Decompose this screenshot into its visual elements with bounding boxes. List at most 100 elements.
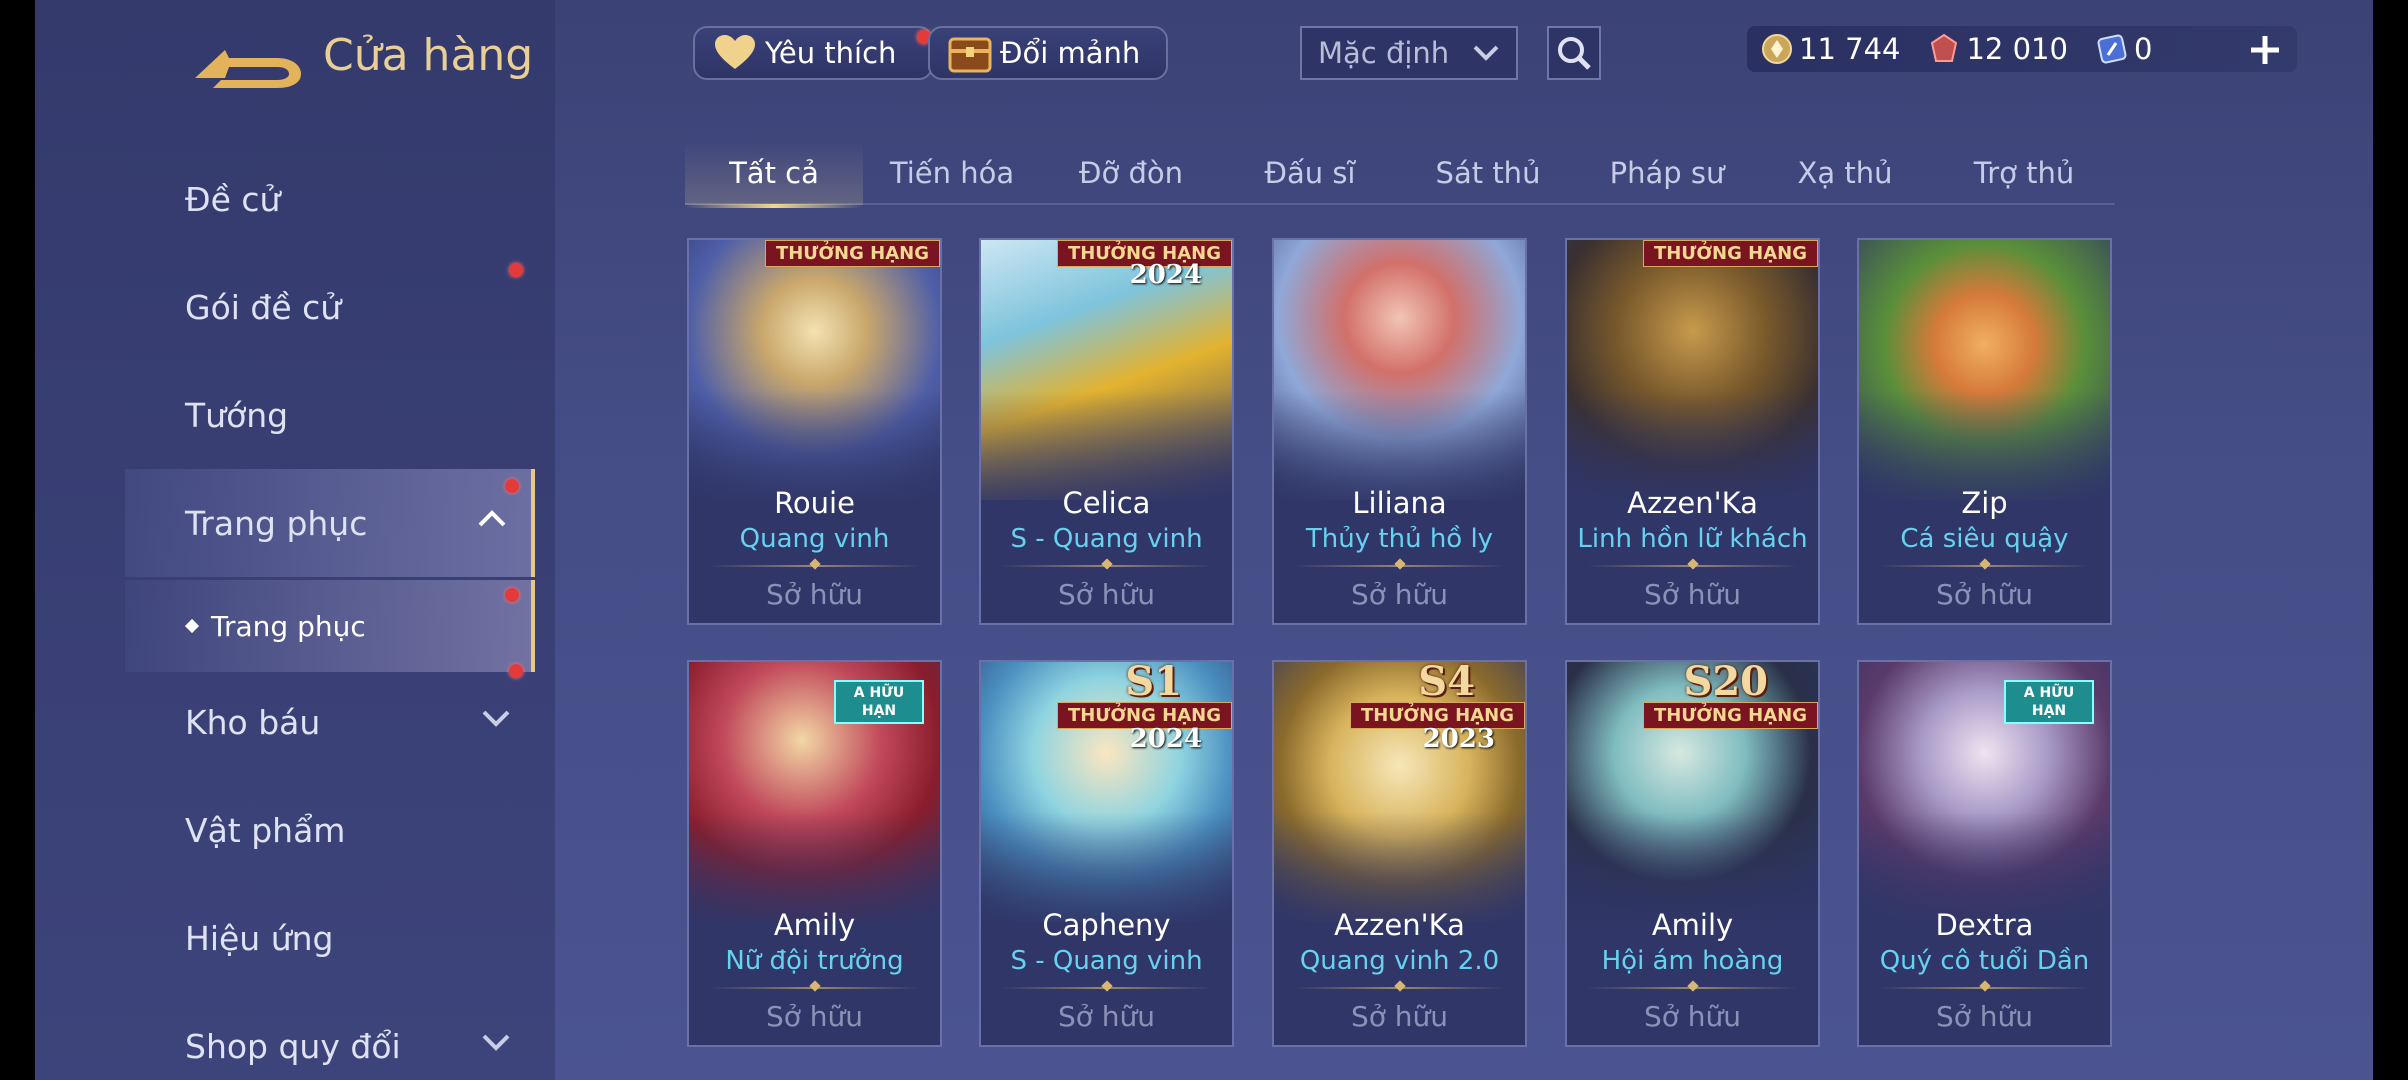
shard-label: Đổi mảnh xyxy=(1000,36,1141,70)
season-year: 2024 xyxy=(1129,724,1202,754)
sidebar-subitem-label: Trang phục xyxy=(211,609,366,643)
divider xyxy=(709,565,920,567)
sidebar-item-effects[interactable]: Hiệu ứng xyxy=(125,884,535,992)
owned-status: Sở hữu xyxy=(1350,578,1449,611)
skin-card[interactable]: A HỮU HẠN Amily Nữ đội trưởng Sở hữu xyxy=(687,660,942,1047)
sidebar-item-items[interactable]: Vật phẩm xyxy=(125,776,535,884)
rank-reward-badge: THƯỞNG HẠNG xyxy=(1642,702,1818,729)
owned-status: Sở hữu xyxy=(1057,578,1156,611)
hero-name: Azzen'Ka xyxy=(1627,486,1758,520)
season-year: 2024 xyxy=(1129,260,1202,290)
skin-name: Quý cô tuổi Dần xyxy=(1879,946,2090,976)
skin-card[interactable]: S20 THƯỞNG HẠNG Amily Hội ám hoàng Sở hữ… xyxy=(1565,660,1820,1047)
skin-card[interactable]: S4 THƯỞNG HẠNG 2023 Azzen'Ka Quang vinh … xyxy=(1272,660,1527,1047)
rank-reward-badge: THƯỞNG HẠNG xyxy=(1642,240,1818,267)
currency-bar: 11 744 12 010 0 xyxy=(1747,26,2297,72)
chevron-down-icon xyxy=(482,1034,510,1051)
skin-card[interactable]: THƯỞNG HẠNG Azzen'Ka Linh hồn lữ khách S… xyxy=(1565,238,1820,625)
favorite-button[interactable]: Yêu thích xyxy=(693,26,933,80)
skin-name: S - Quang vinh xyxy=(1010,946,1203,976)
season-year: 2023 xyxy=(1422,724,1495,754)
coin-value: 11 744 xyxy=(1799,32,1901,66)
skin-name: Thủy thủ hồ ly xyxy=(1305,524,1494,554)
page-title: Cửa hàng xyxy=(323,30,534,81)
tab-evolution[interactable]: Tiến hóa xyxy=(863,140,1041,205)
search-icon xyxy=(1558,37,1591,70)
notification-dot xyxy=(505,479,519,493)
sidebar-item-skins[interactable]: Trang phục xyxy=(125,469,535,577)
hero-name: Liliana xyxy=(1352,486,1447,520)
currency-gem: 12 010 xyxy=(1928,32,2068,66)
plus-icon[interactable] xyxy=(2245,30,2285,70)
sidebar-item-featured-bundles[interactable]: Gói đề cử xyxy=(125,253,535,361)
skin-card[interactable]: A HỮU HẠN Dextra Quý cô tuổi Dần Sở hữu xyxy=(1857,660,2112,1047)
skin-card[interactable]: Zip Cá siêu quậy Sở hữu xyxy=(1857,238,2112,625)
owned-status: Sở hữu xyxy=(1643,1000,1742,1033)
owned-status: Sở hữu xyxy=(1935,578,2034,611)
owned-status: Sở hữu xyxy=(1350,1000,1449,1033)
hero-name: Celica xyxy=(1062,486,1151,520)
currency-voucher: 0 xyxy=(2096,32,2152,66)
gem-icon xyxy=(1931,33,1958,62)
sidebar-subitem-skins[interactable]: Trang phục xyxy=(125,580,535,672)
divider xyxy=(1587,565,1798,567)
shard-exchange-button[interactable]: Đổi mảnh xyxy=(928,26,1168,80)
hero-name: Capheny xyxy=(1042,908,1171,942)
sidebar-item-label: Kho báu xyxy=(185,702,321,742)
owned-status: Sở hữu xyxy=(1935,1000,2034,1033)
hero-name: Zip xyxy=(1961,486,2008,520)
skin-name: Quang vinh xyxy=(739,524,890,554)
skin-card[interactable]: Liliana Thủy thủ hồ ly Sở hữu xyxy=(1272,238,1527,625)
sidebar-item-exchange-shop[interactable]: Shop quy đổi xyxy=(125,992,535,1080)
sidebar-item-heroes[interactable]: Tướng xyxy=(125,361,535,469)
divider xyxy=(1879,565,2090,567)
treasure-chest-icon xyxy=(948,33,992,73)
sidebar-item-label: Vật phẩm xyxy=(185,810,346,850)
divider xyxy=(1587,987,1798,989)
owned-status: Sở hữu xyxy=(765,578,864,611)
coin-icon xyxy=(1762,34,1792,64)
sidebar-item-label: Trang phục xyxy=(185,503,368,543)
tab-assassin[interactable]: Sát thủ xyxy=(1399,140,1577,205)
sidebar-item-treasure[interactable]: Kho báu xyxy=(125,664,535,776)
shop-screen: Cửa hàng Yêu thích Đổi mảnh Mặc định 11 … xyxy=(35,0,2373,1080)
sort-dropdown[interactable]: Mặc định xyxy=(1300,26,1518,80)
sidebar-item-label: Gói đề cử xyxy=(185,287,342,327)
hero-name: Rouie xyxy=(774,486,855,520)
limited-badge: A HỮU HẠN xyxy=(2004,680,2094,724)
sidebar-item-label: Shop quy đổi xyxy=(185,1026,401,1066)
skin-card[interactable]: THƯỞNG HẠNG 2024 Celica S - Quang vinh S… xyxy=(979,238,1234,625)
notification-dot xyxy=(509,664,523,678)
divider xyxy=(709,987,920,989)
tab-marksman[interactable]: Xạ thủ xyxy=(1756,140,1934,205)
skin-name: Quang vinh 2.0 xyxy=(1299,946,1500,976)
chevron-up-icon xyxy=(478,510,506,527)
tab-tank[interactable]: Đỡ đòn xyxy=(1042,140,1220,205)
voucher-value: 0 xyxy=(2133,32,2153,66)
currency-coin: 11 744 xyxy=(1761,32,1900,66)
sort-value: Mặc định xyxy=(1318,36,1450,70)
season-badge: S4 xyxy=(1418,660,1475,705)
diamond-bullet-icon xyxy=(184,618,200,634)
chevron-down-icon xyxy=(1473,45,1499,61)
search-button[interactable] xyxy=(1547,26,1601,80)
hero-name: Dextra xyxy=(1935,908,2034,942)
tab-support[interactable]: Trợ thủ xyxy=(1935,140,2113,205)
sidebar-item-label: Hiệu ứng xyxy=(185,918,334,958)
hero-name: Amily xyxy=(773,908,856,942)
voucher-icon xyxy=(2097,34,2127,64)
sidebar-item-label: Đề cử xyxy=(185,179,281,219)
skin-card[interactable]: S1 THƯỞNG HẠNG 2024 Capheny S - Quang vi… xyxy=(979,660,1234,1047)
limited-badge: A HỮU HẠN xyxy=(834,680,924,724)
tab-all[interactable]: Tất cả xyxy=(685,140,863,208)
skin-name: Nữ đội trưởng xyxy=(725,946,904,976)
skin-card[interactable]: THƯỞNG HẠNG Rouie Quang vinh Sở hữu xyxy=(687,238,942,625)
owned-status: Sở hữu xyxy=(1643,578,1742,611)
back-arrow-icon[interactable] xyxy=(185,30,315,90)
skin-name: Linh hồn lữ khách xyxy=(1577,524,1808,554)
tab-fighter[interactable]: Đấu sĩ xyxy=(1221,140,1399,205)
tab-mage[interactable]: Pháp sư xyxy=(1578,140,1756,205)
divider xyxy=(1001,565,1212,567)
sidebar-item-featured[interactable]: Đề cử xyxy=(125,145,535,253)
notification-dot xyxy=(509,263,523,277)
